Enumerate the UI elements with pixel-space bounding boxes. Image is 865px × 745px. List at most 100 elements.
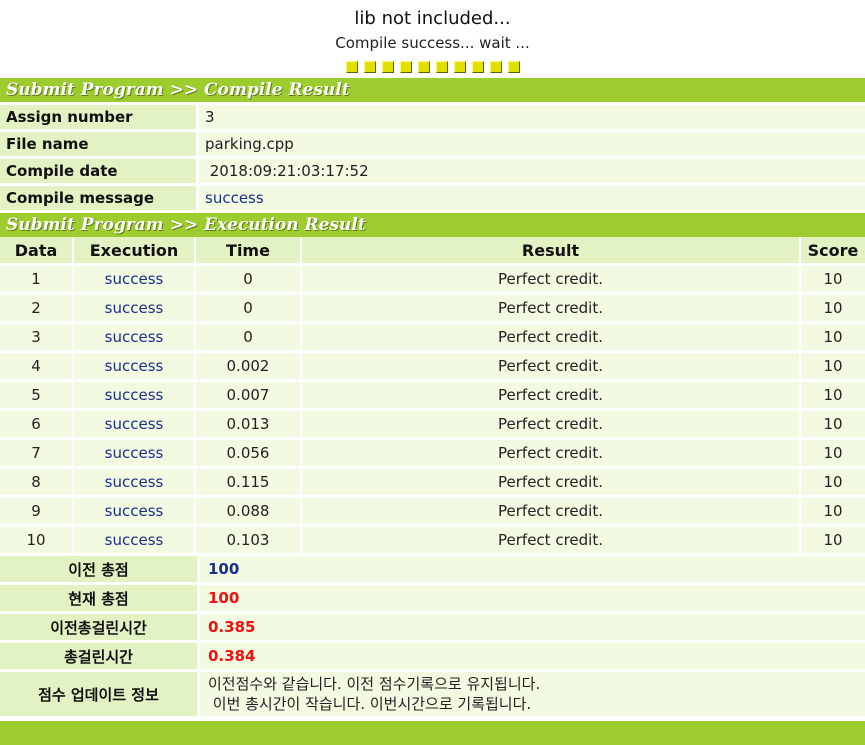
execution-cell-execution: success xyxy=(72,527,194,553)
execution-cell-result: Perfect credit. xyxy=(300,324,799,350)
previous-total-value: 100 xyxy=(197,556,865,582)
execution-cell-data: 1 xyxy=(0,266,72,292)
execution-cell-result: Perfect credit. xyxy=(300,382,799,408)
execution-cell-result: Perfect credit. xyxy=(300,295,799,321)
execution-cell-data: 4 xyxy=(0,353,72,379)
execution-cell-time: 0.002 xyxy=(194,353,300,379)
execution-cell-data: 8 xyxy=(0,469,72,495)
summary-row-total-time: 총걸린시간 0.384 xyxy=(0,643,865,669)
execution-row: 1 success 0 Perfect credit. 10 xyxy=(0,266,865,292)
progress-block xyxy=(435,61,448,73)
summary-row-update-info: 점수 업데이트 정보 이전점수와 같습니다. 이전 점수기록으로 유지됩니다. … xyxy=(0,672,865,716)
execution-cell-time: 0.013 xyxy=(194,411,300,437)
execution-cell-result: Perfect credit. xyxy=(300,266,799,292)
progress-block xyxy=(453,61,466,73)
execution-cell-score: 10 xyxy=(799,440,865,466)
execution-cell-execution: success xyxy=(72,295,194,321)
compile-info-row: File name parking.cpp xyxy=(0,132,865,156)
execution-cell-time: 0.007 xyxy=(194,382,300,408)
compile-info-value: 2018:09:21:03:17:52 xyxy=(196,159,865,183)
compile-info-value: parking.cpp xyxy=(196,132,865,156)
compile-info-row: Assign number 3 xyxy=(0,105,865,129)
progress-block xyxy=(471,61,484,73)
lib-status-text: lib not included... xyxy=(354,8,511,29)
execution-row: 2 success 0 Perfect credit. 10 xyxy=(0,295,865,321)
progress-block xyxy=(399,61,412,73)
footer-bar xyxy=(0,721,865,745)
previous-time-value: 0.385 xyxy=(197,614,865,640)
execution-cell-score: 10 xyxy=(799,382,865,408)
compile-info-row: Compile date 2018:09:21:03:17:52 xyxy=(0,159,865,183)
execution-cell-time: 0.088 xyxy=(194,498,300,524)
current-total-label: 현재 총점 xyxy=(0,585,197,611)
execution-cell-data: 5 xyxy=(0,382,72,408)
progress-block xyxy=(345,61,358,73)
execution-cell-execution: success xyxy=(72,266,194,292)
execution-row: 7 success 0.056 Perfect credit. 10 xyxy=(0,440,865,466)
execution-cell-score: 10 xyxy=(799,469,865,495)
column-header-execution: Execution xyxy=(72,237,194,263)
summary-row-previous-total: 이전 총점 100 xyxy=(0,556,865,582)
execution-cell-result: Perfect credit. xyxy=(300,498,799,524)
current-total-value: 100 xyxy=(197,585,865,611)
execution-cell-time: 0.115 xyxy=(194,469,300,495)
update-info-value: 이전점수와 같습니다. 이전 점수기록으로 유지됩니다. 이번 총시간이 작습니… xyxy=(197,672,865,716)
execution-cell-time: 0.103 xyxy=(194,527,300,553)
execution-cell-data: 7 xyxy=(0,440,72,466)
column-header-result: Result xyxy=(300,237,799,263)
compile-info-table: Assign number 3 File name parking.cpp Compil… xyxy=(0,102,865,213)
execution-cell-data: 6 xyxy=(0,411,72,437)
execution-cell-result: Perfect credit. xyxy=(300,440,799,466)
execution-cell-score: 10 xyxy=(799,324,865,350)
execution-row: 9 success 0.088 Perfect credit. 10 xyxy=(0,498,865,524)
status-area: lib not included... Compile success... w… xyxy=(0,0,865,75)
execution-cell-execution: success xyxy=(72,382,194,408)
execution-row: 10 success 0.103 Perfect credit. 10 xyxy=(0,527,865,553)
update-info-line-2: 이번 총시간이 작습니다. 이번시간으로 기록됩니다. xyxy=(208,695,532,713)
execution-cell-execution: success xyxy=(72,469,194,495)
summary-row-previous-time: 이전총걸린시간 0.385 xyxy=(0,614,865,640)
compile-info-label: Compile message xyxy=(0,186,196,210)
compile-info-value: 3 xyxy=(196,105,865,129)
compile-info-row: Compile message success xyxy=(0,186,865,210)
total-time-value: 0.384 xyxy=(197,643,865,669)
execution-row: 4 success 0.002 Perfect credit. 10 xyxy=(0,353,865,379)
total-time-label: 총걸린시간 xyxy=(0,643,197,669)
score-summary-table: 이전 총점 100 현재 총점 100 이전총걸린시간 0.385 총걸린시간 … xyxy=(0,553,865,719)
compile-info-label: File name xyxy=(0,132,196,156)
execution-cell-execution: success xyxy=(72,411,194,437)
progress-indicator xyxy=(0,61,865,75)
column-header-score: Score xyxy=(799,237,865,263)
execution-row: 3 success 0 Perfect credit. 10 xyxy=(0,324,865,350)
execution-cell-execution: success xyxy=(72,353,194,379)
compile-info-value: success xyxy=(196,186,865,210)
execution-cell-result: Perfect credit. xyxy=(300,469,799,495)
execution-row: 6 success 0.013 Perfect credit. 10 xyxy=(0,411,865,437)
execution-cell-result: Perfect credit. xyxy=(300,353,799,379)
compile-info-label: Compile date xyxy=(0,159,196,183)
execution-header-row: Data Execution Time Result Score xyxy=(0,237,865,263)
execution-cell-score: 10 xyxy=(799,353,865,379)
progress-block xyxy=(363,61,376,73)
execution-row: 5 success 0.007 Perfect credit. 10 xyxy=(0,382,865,408)
update-info-label: 점수 업데이트 정보 xyxy=(0,672,197,716)
column-header-data: Data xyxy=(0,237,72,263)
execution-cell-score: 10 xyxy=(799,527,865,553)
progress-block xyxy=(507,61,520,73)
execution-cell-time: 0 xyxy=(194,266,300,292)
execution-cell-execution: success xyxy=(72,324,194,350)
execution-cell-time: 0 xyxy=(194,295,300,321)
execution-cell-data: 9 xyxy=(0,498,72,524)
progress-block xyxy=(489,61,502,73)
progress-block xyxy=(417,61,430,73)
summary-row-current-total: 현재 총점 100 xyxy=(0,585,865,611)
execution-result-table: Data Execution Time Result Score 1 succes… xyxy=(0,234,865,556)
compile-result-header: Submit Program >> Compile Result xyxy=(0,78,865,102)
execution-cell-execution: success xyxy=(72,498,194,524)
execution-cell-execution: success xyxy=(72,440,194,466)
execution-row: 8 success 0.115 Perfect credit. 10 xyxy=(0,469,865,495)
execution-cell-result: Perfect credit. xyxy=(300,527,799,553)
execution-cell-score: 10 xyxy=(799,411,865,437)
execution-cell-score: 10 xyxy=(799,498,865,524)
progress-block xyxy=(381,61,394,73)
